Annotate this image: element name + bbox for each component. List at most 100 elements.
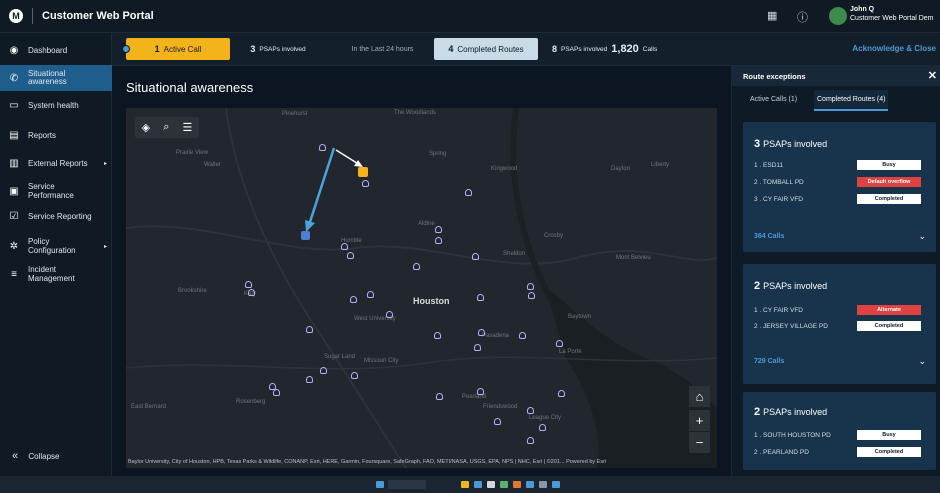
sidebar-item-policy-configuration[interactable]: ✲ Policy Configuration ▸ [0, 234, 112, 258]
psap-pin[interactable] [386, 311, 393, 318]
psap-pin[interactable] [478, 329, 485, 336]
chevron-down-icon[interactable]: ⌄ [918, 356, 926, 367]
search-box[interactable] [388, 480, 426, 489]
psap-pin[interactable] [319, 144, 326, 151]
info-icon[interactable]: ⓘ [797, 9, 808, 25]
psap-pin[interactable] [434, 332, 441, 339]
calls-link[interactable]: 364 Calls [754, 233, 784, 240]
app-icon[interactable] [474, 481, 482, 488]
calls-label: Calls [642, 45, 658, 53]
map-place-label: The Woodlands [394, 110, 436, 116]
psap-pin[interactable] [494, 418, 501, 425]
psap-pin[interactable] [245, 281, 252, 288]
psap-pin[interactable] [556, 340, 563, 347]
map-place-label: Waller [204, 162, 221, 168]
psap-pin[interactable] [477, 294, 484, 301]
app-icon[interactable] [539, 481, 547, 488]
status-dot [122, 45, 130, 53]
sidebar-item-label: Incident Management [28, 265, 75, 283]
app-icon[interactable] [513, 481, 521, 488]
start-icon[interactable] [376, 481, 384, 488]
gear-icon: ✲ [9, 240, 19, 252]
search-icon[interactable]: ⌕ [163, 121, 169, 134]
psap-pin[interactable] [527, 407, 534, 414]
calls-link[interactable]: 729 Calls [754, 358, 784, 365]
map-place-label: Sugar Land [324, 354, 356, 360]
psap-pin[interactable] [367, 291, 374, 298]
card-title: 3 PSAPs involved [754, 138, 828, 150]
avatar[interactable] [829, 7, 847, 25]
status-badge: Completed [857, 321, 921, 331]
psap-pin[interactable] [341, 243, 348, 250]
psap-pin[interactable] [528, 292, 535, 299]
map-place-label: Pasadena [482, 333, 510, 339]
tab-completed-routes[interactable]: Completed Routes (4) [814, 90, 889, 111]
sidebar-item-system-health[interactable]: ▭ System health [0, 97, 112, 113]
zoom-out-button[interactable]: − [689, 432, 710, 453]
psap-pin[interactable] [273, 389, 280, 396]
chevron-down-icon[interactable]: ⌄ [918, 231, 926, 242]
psap-row: 3 . CY FAIR VFD [754, 196, 804, 203]
completed-routes-summary[interactable]: 4 Completed Routes [434, 38, 538, 60]
psap-pin[interactable] [519, 332, 526, 339]
monitor-icon: ▭ [9, 99, 19, 111]
sidebar-item-dashboard[interactable]: ◉ Dashboard [0, 42, 112, 58]
user-name: John Q [850, 6, 875, 13]
home-button[interactable]: ⌂ [689, 386, 710, 407]
sidebar-item-incident-management[interactable]: ≡ Incident Management [0, 262, 112, 286]
status-badge: Completed [857, 447, 921, 457]
app-icon[interactable] [526, 481, 534, 488]
psap-pin[interactable] [436, 393, 443, 400]
sidebar-item-service-performance[interactable]: ▣ Service Performance [0, 179, 112, 203]
sidebar-item-situational-awareness[interactable]: ✆ Situational awareness [0, 65, 112, 91]
psap-pin[interactable] [306, 376, 313, 383]
map[interactable]: ◈ ⌕ ☰ Pinehurst The Woodlands Prairie View… [126, 108, 717, 468]
psap-pin[interactable] [558, 390, 565, 397]
folder-icon[interactable] [461, 481, 469, 488]
user-info[interactable]: John Q Customer Web Portal Dem [850, 5, 934, 23]
sidebar-item-service-reporting[interactable]: ☑ Service Reporting [0, 208, 112, 224]
map-place-label: La Porte [559, 349, 582, 355]
app-icon[interactable] [487, 481, 495, 488]
zoom-in-button[interactable]: + [689, 410, 710, 431]
app-icon[interactable] [552, 481, 560, 488]
active-call-summary[interactable]: 1 Active Call [122, 38, 230, 60]
legend-icon[interactable]: ☰ [183, 121, 193, 134]
psap-pin[interactable] [320, 367, 327, 374]
psap-pin[interactable] [347, 252, 354, 259]
psap-pin[interactable] [248, 289, 255, 296]
active-call-marker[interactable] [358, 167, 368, 177]
routed-psap-marker[interactable] [301, 231, 310, 240]
layers-icon[interactable]: ◈ [142, 121, 150, 134]
map-place-label: Rosenberg [236, 399, 266, 405]
apps-grid-icon[interactable]: ▦ [767, 9, 777, 22]
map-place-label: Prairie View [176, 150, 208, 156]
status-badge: Busy [857, 430, 921, 440]
sidebar-item-reports[interactable]: ▤ Reports [0, 127, 112, 143]
psap-pin[interactable] [362, 180, 369, 187]
close-icon[interactable]: ✕ [928, 69, 937, 82]
psap-row: 2 . TOMBALL PD [754, 179, 804, 186]
acknowledge-close-button[interactable]: Acknowledge & Close [852, 44, 936, 53]
active-count: 1 [154, 44, 160, 54]
sidebar-item-label: Reports [28, 130, 57, 140]
double-chevron-left-icon: « [12, 450, 19, 462]
psap-pin[interactable] [351, 372, 358, 379]
psap-pin[interactable] [527, 283, 534, 290]
psap-pin[interactable] [350, 296, 357, 303]
psap-pin[interactable] [477, 388, 484, 395]
psap-pin[interactable] [465, 189, 472, 196]
psap-pin[interactable] [306, 326, 313, 333]
psap-pin[interactable] [539, 424, 546, 431]
psap-pin[interactable] [474, 344, 481, 351]
psap-pin[interactable] [472, 253, 479, 260]
tab-active-calls[interactable]: Active Calls (1) [750, 96, 797, 103]
chevron-right-icon: ▸ [103, 243, 107, 250]
psap-pin[interactable] [435, 237, 442, 244]
psap-pin[interactable] [435, 226, 442, 233]
app-icon[interactable] [500, 481, 508, 488]
psap-pin[interactable] [413, 263, 420, 270]
collapse-button[interactable]: « Collapse [12, 450, 60, 462]
sidebar-item-external-reports[interactable]: ▥ External Reports ▸ [0, 155, 112, 171]
psap-pin[interactable] [527, 437, 534, 444]
